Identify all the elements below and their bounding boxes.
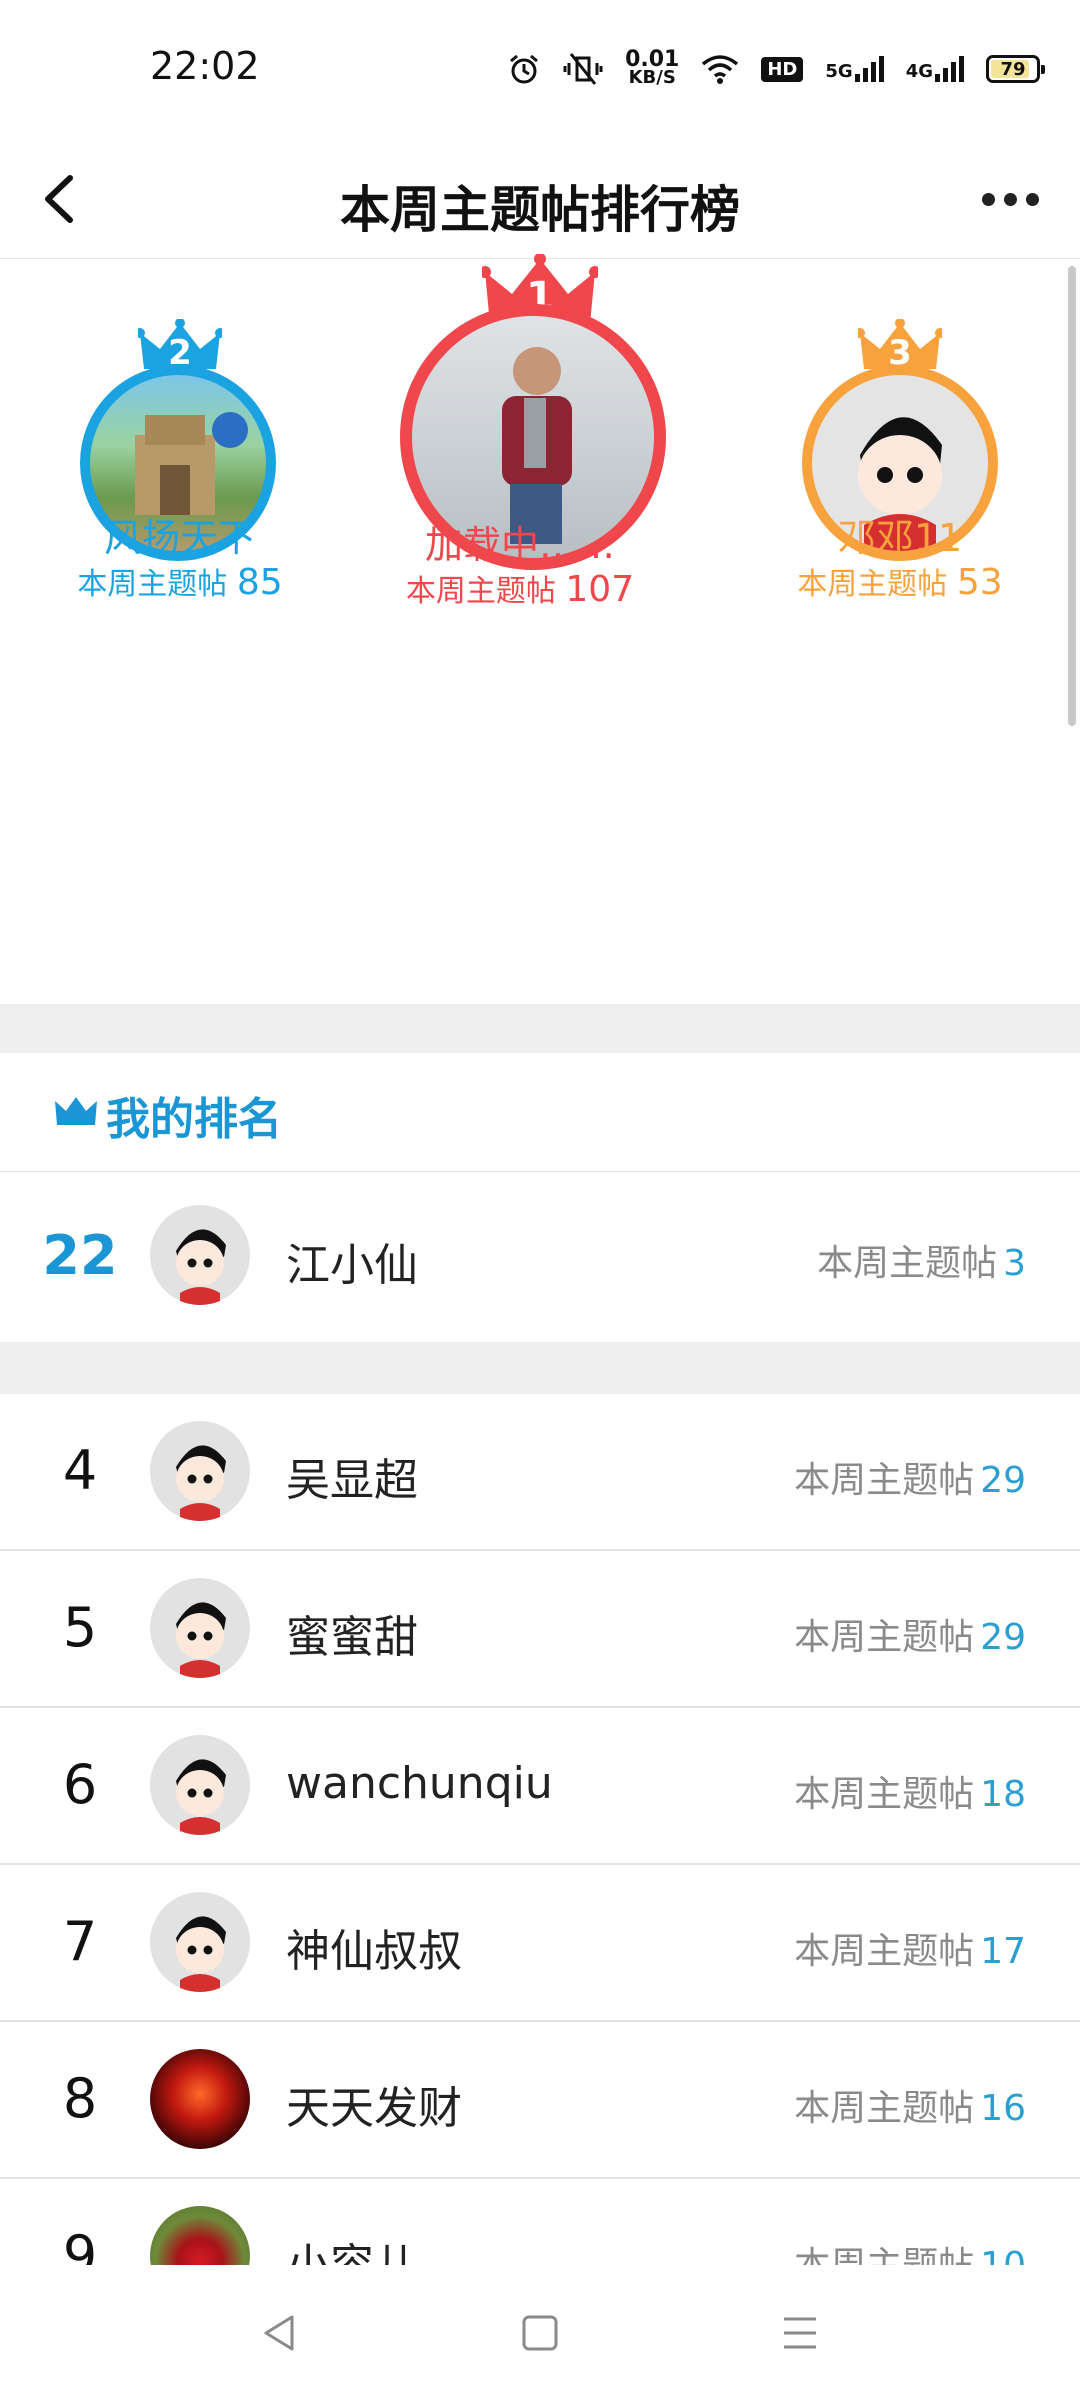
podium-name: 加载中…… (424, 523, 615, 567)
topic-count-label: 本周主题帖 (794, 1617, 975, 1658)
my-rank-header: 我的排名 (0, 1053, 1080, 1172)
topic-count-label: 本周主题帖 (794, 1774, 975, 1815)
net-speed-unit: KB/S (628, 67, 676, 88)
podium-count: 本周主题帖 53 (780, 559, 1020, 603)
alarm-icon (507, 52, 541, 86)
avatar (150, 2206, 250, 2265)
user-name: wanchunqiu (286, 1758, 553, 1809)
sim1-label: 5G (825, 61, 853, 82)
topic-count-value: 18 (980, 1774, 1026, 1815)
topic-count: 本周主题帖 16 (794, 2079, 1026, 2131)
avatar (150, 1735, 250, 1835)
crown-icon (55, 1097, 97, 1125)
user-name: 小容儿 (286, 2229, 418, 2265)
home-square-icon[interactable] (505, 2303, 575, 2363)
topic-count-value: 3 (1003, 1243, 1026, 1284)
scrollbar[interactable] (1068, 266, 1076, 726)
topic-count-value: 10 (980, 2245, 1026, 2265)
podium-count-value: 85 (236, 562, 283, 603)
section-divider (0, 1342, 1080, 1394)
list-item[interactable]: 8 天天发财 本周主题帖 16 (0, 2022, 1080, 2179)
rank-number: 5 (62, 1596, 98, 1659)
user-name: 江小仙 (286, 1240, 418, 1291)
topic-count-value: 16 (980, 2088, 1026, 2129)
podium-count-label: 本周主题帖 (797, 567, 948, 602)
rank-number: 8 (62, 2067, 98, 2130)
user-name: 天天发财 (286, 2083, 462, 2134)
podium-count: 本周主题帖 85 (60, 559, 300, 603)
topic-count-value: 17 (980, 1931, 1026, 1972)
more-dots-icon[interactable] (970, 164, 1050, 234)
rank-number: 22 (42, 1224, 118, 1287)
mute-vibrate-icon (563, 52, 603, 86)
rank-number: 7 (62, 1910, 98, 1973)
topic-count-value: 29 (980, 1460, 1026, 1501)
section-divider (0, 1004, 1080, 1053)
podium-rank-2[interactable]: 2 风扬天下 本周主题帖 85 (60, 319, 300, 619)
avatar (150, 1578, 250, 1678)
topic-count-value: 29 (980, 1617, 1026, 1658)
nav-bar: 本周主题帖排行榜 (0, 140, 1080, 259)
back-triangle-icon[interactable] (245, 2303, 315, 2363)
avatar (150, 1205, 250, 1305)
podium-name: 风扬天下 (103, 516, 256, 560)
podium-count-label: 本周主题帖 (77, 567, 228, 602)
topic-count-label: 本周主题帖 (817, 1243, 998, 1284)
list-item[interactable]: 7 神仙叔叔 本周主题帖 17 (0, 1865, 1080, 2022)
system-nav-bar (0, 2265, 1080, 2400)
status-bar: 22:02 0.01 KB/S HD 5G 4G 79 (0, 0, 1080, 140)
menu-lines-icon[interactable] (765, 2303, 835, 2363)
status-time: 22:02 (150, 44, 260, 88)
hd-icon: HD (761, 56, 804, 82)
list-item[interactable]: 6 wanchunqiu 本周主题帖 18 (0, 1708, 1080, 1865)
list-item[interactable]: 9 小容儿 本周主题帖 10 (0, 2179, 1080, 2265)
avatar (150, 2049, 250, 2149)
top-three-podium: 2 风扬天下 本周主题帖 85 1 加载中…… 本周主题帖 107 3 邓邓11… (0, 254, 1080, 1004)
user-name: 吴显超 (286, 1455, 418, 1506)
topic-count-label: 本周主题帖 (794, 1460, 975, 1501)
topic-count: 本周主题帖 29 (794, 1608, 1026, 1660)
podium-count-label: 本周主题帖 (405, 574, 556, 609)
wifi-icon (701, 54, 739, 84)
signal-icon-sim2: 4G (906, 56, 964, 82)
topic-count: 本周主题帖 10 (794, 2236, 1026, 2265)
avatar (150, 1421, 250, 1521)
rank-number: 4 (62, 1439, 98, 1502)
podium-rank-3[interactable]: 3 邓邓11 本周主题帖 53 (780, 319, 1020, 619)
topic-count-label: 本周主题帖 (794, 2245, 974, 2265)
list-item[interactable]: 5 蜜蜜甜 本周主题帖 29 (0, 1551, 1080, 1708)
signal-icon-sim1: 5G (825, 56, 884, 82)
status-icons: 0.01 KB/S HD 5G 4G 79 (507, 44, 1045, 94)
podium-count-value: 107 (565, 569, 635, 610)
topic-count: 本周主题帖 17 (794, 1922, 1026, 1974)
avatar (150, 1892, 250, 1992)
topic-count-label: 本周主题帖 (794, 1931, 975, 1972)
podium-rank-1[interactable]: 1 加载中…… 本周主题帖 107 (400, 254, 680, 610)
battery-level: 79 (1000, 58, 1026, 80)
my-rank-row[interactable]: 22 江小仙 本周主题帖 3 (0, 1172, 1080, 1342)
user-name: 蜜蜜甜 (286, 1612, 418, 1663)
user-name: 神仙叔叔 (286, 1926, 462, 1977)
battery-icon: 79 (986, 55, 1045, 83)
rank-number: 9 (62, 2224, 98, 2265)
list-item[interactable]: 4 吴显超 本周主题帖 29 (0, 1394, 1080, 1551)
page-title: 本周主题帖排行榜 (340, 181, 740, 239)
sim2-label: 4G (905, 61, 933, 82)
podium-count: 本周主题帖 107 (380, 566, 660, 610)
topic-count-label: 本周主题帖 (794, 2088, 975, 2129)
my-rank-title: 我的排名 (106, 1094, 282, 1145)
topic-count: 本周主题帖 3 (817, 1234, 1026, 1286)
topic-count: 本周主题帖 29 (794, 1451, 1026, 1503)
topic-count: 本周主题帖 18 (794, 1765, 1026, 1817)
network-speed: 0.01 KB/S (625, 49, 679, 88)
podium-name: 邓邓11 (837, 516, 963, 560)
podium-count-value: 53 (956, 562, 1003, 603)
rank-number: 6 (62, 1753, 98, 1816)
